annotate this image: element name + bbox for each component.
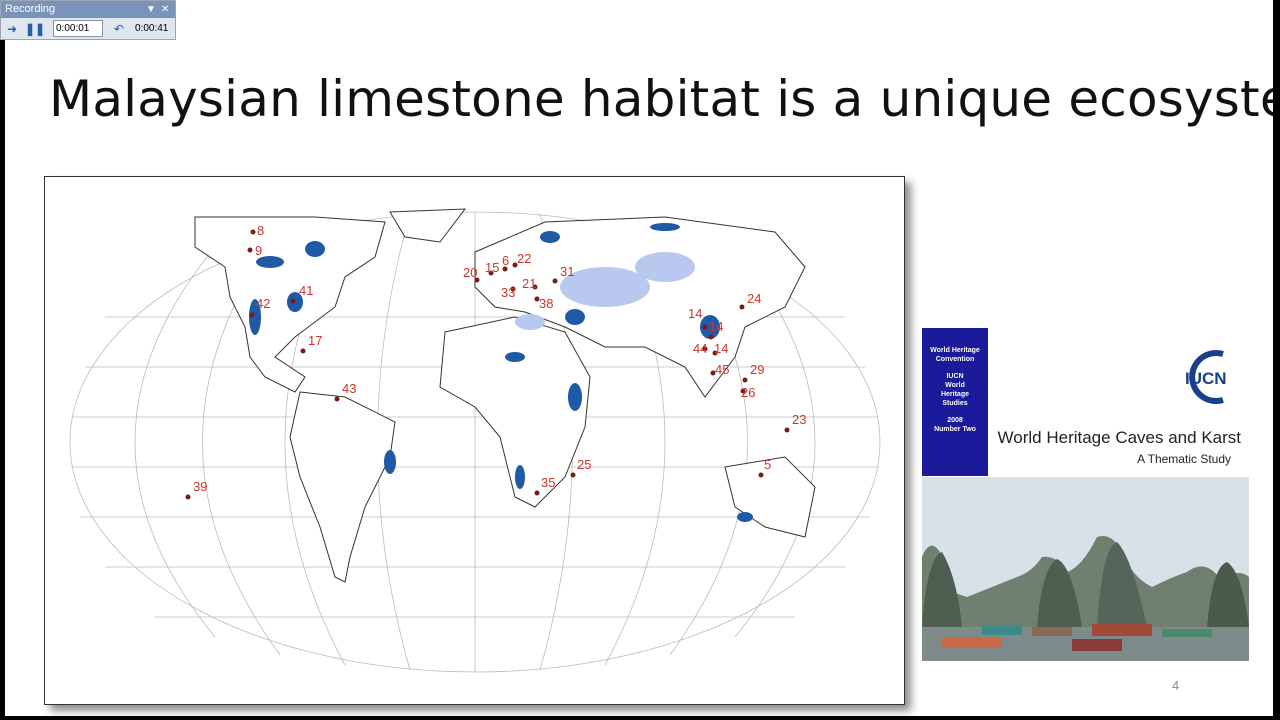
site-dot: [570, 472, 576, 478]
strip-line: Studies: [942, 400, 968, 407]
strip-line: IUCN: [946, 373, 964, 380]
site-dot: [739, 304, 745, 310]
book-spine-strip: World Heritage Convention IUCN World Her…: [922, 328, 988, 476]
site-label: 31: [560, 264, 574, 279]
strip-line: Heritage: [940, 391, 969, 398]
site-dot: [784, 427, 790, 433]
site-label: 42: [256, 296, 270, 311]
recording-toolbar: Recording ▼ ✕ ➜ ❚❚ 0:00:01 ↶ 0:00:41: [0, 0, 176, 40]
site-label: 15: [485, 260, 499, 275]
site-dot: [250, 229, 256, 235]
site-label: 14: [688, 306, 702, 321]
site-label: 14: [709, 319, 723, 334]
site-label: 6: [502, 253, 509, 268]
slide: Malaysian limestone habitat is a unique …: [5, 0, 1273, 716]
karst-photo: [922, 477, 1249, 661]
recording-title: Recording: [5, 3, 56, 15]
site-label: 38: [539, 296, 553, 311]
elapsed-time-field[interactable]: 0:00:01: [53, 20, 103, 37]
site-label: 17: [308, 333, 322, 348]
site-label: 20: [463, 265, 477, 280]
site-dot: [290, 298, 296, 304]
site-label: 33: [501, 285, 515, 300]
site-dot: [702, 324, 708, 330]
site-label: 45: [715, 362, 729, 377]
pause-icon[interactable]: ❚❚: [25, 20, 45, 38]
site-label: 26: [741, 385, 755, 400]
site-label: 23: [792, 412, 806, 427]
strip-line: Number Two: [934, 426, 976, 433]
site-label: 39: [193, 479, 207, 494]
chevron-down-icon[interactable]: ▼: [146, 1, 156, 18]
site-label: 14: [714, 341, 728, 356]
strip-line: World Heritage: [930, 347, 980, 354]
site-dot: [742, 377, 748, 383]
arrow-right-icon[interactable]: ➜: [5, 20, 19, 38]
site-label: 8: [257, 223, 264, 238]
site-dot: [334, 396, 340, 402]
site-label: 21: [522, 276, 536, 291]
site-label: 35: [541, 475, 555, 490]
site-label: 22: [517, 251, 531, 266]
book-subtitle: A Thematic Study: [1137, 452, 1231, 466]
site-label: 9: [255, 243, 262, 258]
site-label: 24: [747, 291, 761, 306]
book-cover: World Heritage Convention IUCN World Her…: [922, 328, 1249, 661]
site-label: 5: [764, 457, 771, 472]
site-dot: [247, 247, 253, 253]
book-title: World Heritage Caves and Karst: [997, 428, 1241, 447]
strip-line: 2008: [947, 417, 963, 424]
iucn-logo: IUCN: [1185, 350, 1227, 404]
site-label: 29: [750, 362, 764, 377]
total-time: 0:00:41: [135, 23, 169, 34]
recording-titlebar[interactable]: Recording ▼ ✕: [1, 1, 175, 18]
site-dot: [708, 334, 714, 340]
page-number: 4: [1172, 678, 1180, 693]
site-dot: [300, 348, 306, 354]
site-dot: [534, 490, 540, 496]
close-icon[interactable]: ✕: [161, 1, 169, 18]
site-label: 25: [577, 457, 591, 472]
world-karst-map: 8 9 42 41 17 43 39 20 15 6 22 31 33 21 3…: [44, 176, 905, 705]
strip-line: Convention: [935, 356, 975, 363]
site-dot: [552, 278, 558, 284]
site-dot: [758, 472, 764, 478]
iucn-logo-text: IUCN: [1185, 369, 1227, 388]
site-dot: [249, 312, 255, 318]
slide-title: Malaysian limestone habitat is a unique …: [49, 70, 1273, 128]
strip-line: World: [945, 382, 965, 389]
site-label: 44: [693, 341, 707, 356]
site-dot: [185, 494, 191, 500]
map-graphic: 8 9 42 41 17 43 39 20 15 6 22 31 33 21 3…: [69, 208, 881, 673]
site-label: 41: [299, 283, 313, 298]
site-label: 43: [342, 381, 356, 396]
undo-icon[interactable]: ↶: [109, 20, 129, 38]
